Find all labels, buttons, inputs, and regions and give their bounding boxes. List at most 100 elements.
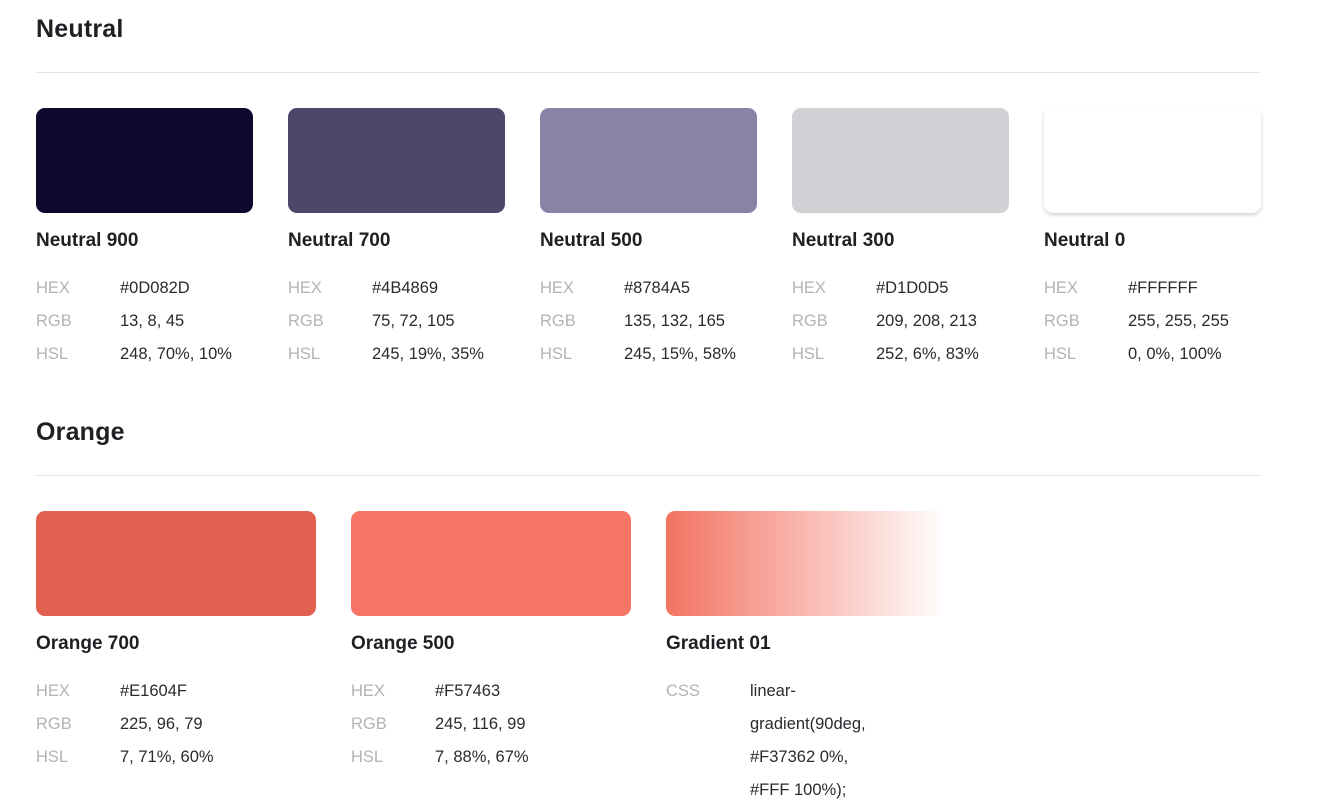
color-swatch: [36, 511, 316, 616]
color-name: Neutral 300: [792, 230, 895, 251]
color-card: Neutral 900 HEX #0D082D RGB 13, 8, 45 HSL 248…: [36, 108, 253, 371]
hsl-value: 245, 15%, 58%: [624, 345, 736, 363]
prop-rgb: RGB 209, 208, 213: [792, 305, 1009, 338]
prop-label: HSL: [540, 345, 573, 363]
color-properties: HEX #E1604F RGB 225, 96, 79 HSL 7, 71%, 60%: [36, 675, 316, 774]
prop-label: RGB: [36, 715, 72, 733]
prop-hsl: HSL 7, 71%, 60%: [36, 741, 316, 774]
prop-hex: HEX #D1D0D5: [792, 272, 1009, 305]
prop-rgb: RGB 245, 116, 99: [351, 708, 631, 741]
prop-label: HEX: [36, 682, 70, 700]
divider: [36, 72, 1260, 73]
hex-value: #8784A5: [624, 279, 691, 297]
prop-hsl: HSL 245, 15%, 58%: [540, 338, 757, 371]
prop-hsl: HSL 252, 6%, 83%: [792, 338, 1009, 371]
prop-label: HEX: [1044, 279, 1078, 297]
color-card: Orange 500 HEX #F57463 RGB 245, 116, 99 HSL 7…: [351, 511, 631, 807]
color-swatch: [351, 511, 631, 616]
hsl-value: 248, 70%, 10%: [120, 345, 232, 363]
prop-label: HSL: [36, 748, 69, 766]
color-card: Gradient 01 CSS linear-gradient(90deg, #F…: [666, 511, 946, 807]
prop-rgb: RGB 255, 255, 255: [1044, 305, 1261, 338]
color-card: Neutral 0 HEX #FFFFFF RGB 255, 255, 255 HSL 0…: [1044, 108, 1261, 371]
prop-hex: HEX #4B4869: [288, 272, 505, 305]
hex-value: #F57463: [435, 682, 501, 700]
section-title-neutral: Neutral: [36, 15, 124, 43]
orange-palette: Orange 700 HEX #E1604F RGB 225, 96, 79 HSL 7,…: [36, 511, 981, 807]
prop-hsl: HSL 245, 19%, 35%: [288, 338, 505, 371]
prop-hex: HEX #FFFFFF: [1044, 272, 1261, 305]
hsl-value: 252, 6%, 83%: [876, 345, 979, 363]
color-card: Neutral 500 HEX #8784A5 RGB 135, 132, 165 HS…: [540, 108, 757, 371]
color-swatch: [792, 108, 1009, 213]
hex-value: #D1D0D5: [876, 279, 949, 297]
prop-rgb: RGB 13, 8, 45: [36, 305, 253, 338]
prop-label: CSS: [666, 682, 700, 700]
prop-label: RGB: [1044, 312, 1080, 330]
prop-hsl: HSL 248, 70%, 10%: [36, 338, 253, 371]
prop-label: HEX: [36, 279, 70, 297]
rgb-value: 135, 132, 165: [624, 312, 725, 330]
prop-hsl: HSL 7, 88%, 67%: [351, 741, 631, 774]
color-name: Neutral 900: [36, 230, 139, 251]
prop-label: HSL: [351, 748, 384, 766]
prop-label: RGB: [351, 715, 387, 733]
css-value: linear-gradient(90deg, #F37362 0%, #FFF …: [750, 682, 866, 799]
color-properties: HEX #0D082D RGB 13, 8, 45 HSL 248, 70%, 10%: [36, 272, 253, 371]
color-name: Orange 500: [351, 633, 455, 654]
prop-label: HSL: [288, 345, 321, 363]
hex-value: #0D082D: [120, 279, 190, 297]
color-swatch: [288, 108, 505, 213]
color-properties: CSS linear-gradient(90deg, #F37362 0%, #F…: [666, 675, 866, 807]
color-properties: HEX #4B4869 RGB 75, 72, 105 HSL 245, 19%, 35%: [288, 272, 505, 371]
color-properties: HEX #F57463 RGB 245, 116, 99 HSL 7, 88%, 67%: [351, 675, 631, 774]
prop-rgb: RGB 135, 132, 165: [540, 305, 757, 338]
color-properties: HEX #8784A5 RGB 135, 132, 165 HSL 245, 15%, 5…: [540, 272, 757, 371]
prop-hsl: HSL 0, 0%, 100%: [1044, 338, 1261, 371]
hex-value: #E1604F: [120, 682, 187, 700]
prop-label: RGB: [792, 312, 828, 330]
rgb-value: 225, 96, 79: [120, 715, 203, 733]
prop-label: HSL: [36, 345, 69, 363]
prop-hex: HEX #E1604F: [36, 675, 316, 708]
color-card: Neutral 300 HEX #D1D0D5 RGB 209, 208, 213 HS…: [792, 108, 1009, 371]
prop-hex: HEX #0D082D: [36, 272, 253, 305]
color-properties: HEX #D1D0D5 RGB 209, 208, 213 HSL 252, 6%, 83…: [792, 272, 1009, 371]
prop-label: HEX: [351, 682, 385, 700]
hsl-value: 7, 88%, 67%: [435, 748, 529, 766]
color-name: Orange 700: [36, 633, 140, 654]
prop-label: HEX: [540, 279, 574, 297]
hsl-value: 0, 0%, 100%: [1128, 345, 1222, 363]
prop-rgb: RGB 225, 96, 79: [36, 708, 316, 741]
neutral-palette: Neutral 900 HEX #0D082D RGB 13, 8, 45 HSL 248…: [36, 108, 1296, 371]
color-swatch: [36, 108, 253, 213]
color-card: Neutral 700 HEX #4B4869 RGB 75, 72, 105 HSL 2…: [288, 108, 505, 371]
prop-label: RGB: [36, 312, 72, 330]
color-name: Neutral 500: [540, 230, 643, 251]
color-name: Neutral 0: [1044, 230, 1126, 251]
prop-rgb: RGB 75, 72, 105: [288, 305, 505, 338]
prop-label: HEX: [288, 279, 322, 297]
prop-label: HSL: [1044, 345, 1077, 363]
color-name: Gradient 01: [666, 633, 771, 654]
divider: [36, 475, 1260, 476]
rgb-value: 245, 116, 99: [435, 715, 526, 733]
color-card: Orange 700 HEX #E1604F RGB 225, 96, 79 HSL 7,…: [36, 511, 316, 807]
color-swatch: [1044, 108, 1261, 213]
color-properties: HEX #FFFFFF RGB 255, 255, 255 HSL 0, 0%, 100%: [1044, 272, 1261, 371]
hex-value: #4B4869: [372, 279, 439, 297]
prop-label: HEX: [792, 279, 826, 297]
color-name: Neutral 700: [288, 230, 391, 251]
hsl-value: 245, 19%, 35%: [372, 345, 484, 363]
rgb-value: 255, 255, 255: [1128, 312, 1229, 330]
rgb-value: 209, 208, 213: [876, 312, 977, 330]
section-title-orange: Orange: [36, 418, 125, 446]
rgb-value: 13, 8, 45: [120, 312, 185, 330]
prop-hex: HEX #F57463: [351, 675, 631, 708]
prop-label: RGB: [288, 312, 324, 330]
color-swatch: [540, 108, 757, 213]
color-swatch: [666, 511, 946, 616]
prop-css: CSS linear-gradient(90deg, #F37362 0%, #F…: [666, 675, 866, 807]
rgb-value: 75, 72, 105: [372, 312, 455, 330]
prop-hex: HEX #8784A5: [540, 272, 757, 305]
